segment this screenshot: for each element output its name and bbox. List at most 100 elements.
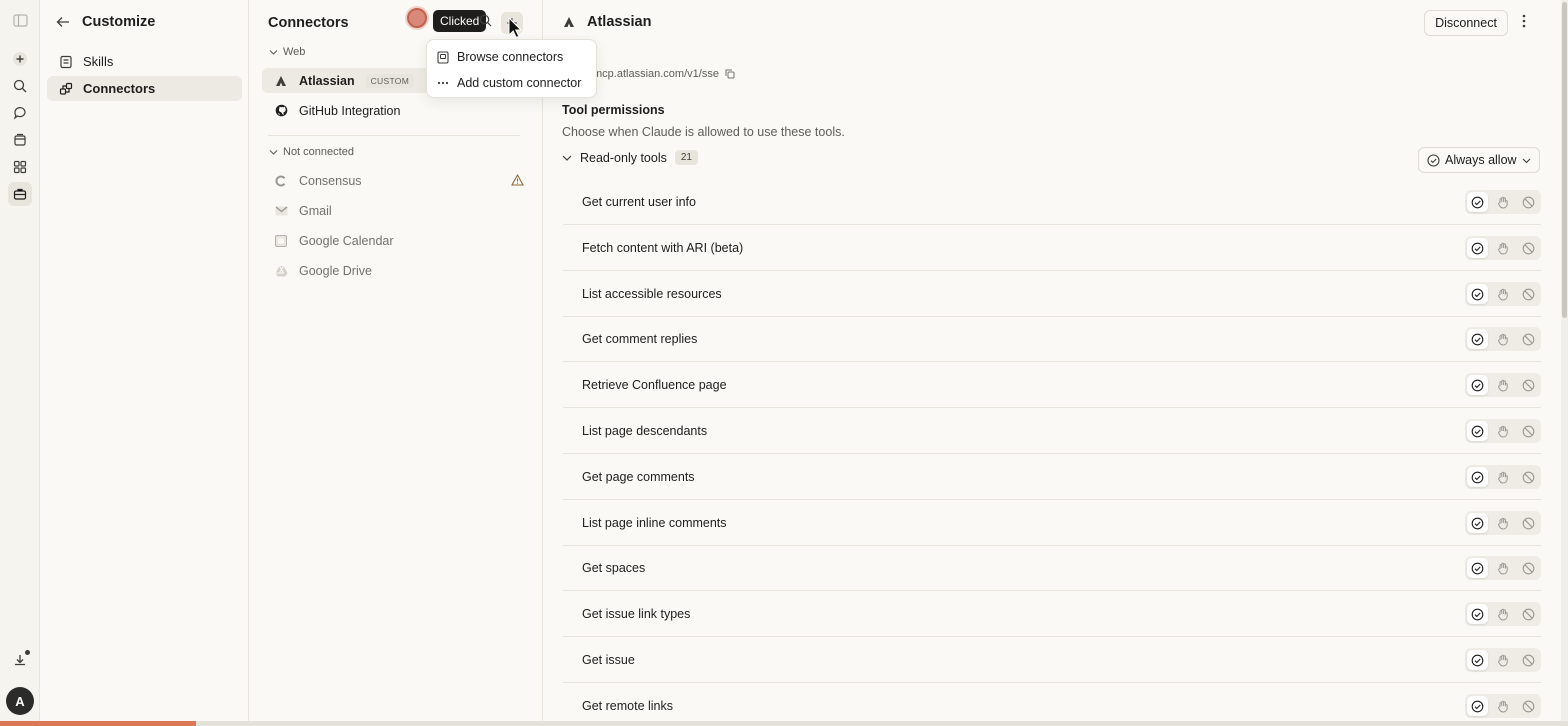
tool-row: Get current user info	[563, 179, 1541, 225]
block-icon[interactable]	[1518, 650, 1539, 670]
section-not-connected[interactable]: Not connected	[269, 146, 354, 158]
block-icon[interactable]	[1518, 421, 1539, 441]
hand-icon[interactable]	[1493, 604, 1514, 624]
click-indicator	[407, 8, 427, 28]
block-icon[interactable]	[1518, 558, 1539, 578]
tool-count-badge: 21	[674, 150, 698, 165]
always-allow-icon[interactable]	[1467, 192, 1488, 212]
always-allow-icon[interactable]	[1467, 467, 1488, 487]
group-permission-select[interactable]: Always allow	[1418, 147, 1540, 173]
artifacts-icon[interactable]	[8, 155, 32, 179]
new-chat-icon[interactable]	[8, 47, 32, 71]
connector-item-consensus[interactable]: Consensus	[262, 168, 532, 193]
block-icon[interactable]	[1518, 696, 1539, 716]
block-icon[interactable]	[1518, 513, 1539, 533]
always-allow-icon[interactable]	[1467, 329, 1488, 349]
connector-item-github[interactable]: GitHub Integration	[262, 98, 532, 123]
scrollbar[interactable]	[1561, 0, 1568, 726]
github-icon	[274, 104, 288, 118]
atlassian-icon	[274, 74, 288, 88]
atlassian-icon	[563, 16, 575, 28]
read-only-tools-toggle[interactable]: Read-only tools 21	[562, 150, 698, 165]
tool-permission-control	[1465, 282, 1541, 306]
more-icon	[437, 81, 449, 85]
block-icon[interactable]	[1518, 192, 1539, 212]
more-options-icon[interactable]	[1522, 14, 1526, 28]
customize-icon[interactable]	[8, 182, 32, 206]
tool-name: Get remote links	[582, 698, 674, 713]
connector-name: Google Drive	[299, 263, 372, 278]
custom-badge: CUSTOM	[365, 73, 415, 88]
scrollbar-thumb[interactable]	[1562, 2, 1567, 318]
tool-permission-control	[1465, 465, 1541, 489]
hand-icon[interactable]	[1493, 284, 1514, 304]
tool-permission-control	[1465, 190, 1541, 214]
tool-name: Get issue	[582, 652, 635, 667]
block-icon[interactable]	[1518, 375, 1539, 395]
copy-icon[interactable]	[725, 69, 735, 79]
search-icon[interactable]	[479, 14, 492, 27]
always-allow-icon[interactable]	[1467, 558, 1488, 578]
tool-row: Get issue link types	[563, 591, 1541, 637]
always-allow-icon[interactable]	[1467, 513, 1488, 533]
hand-icon[interactable]	[1493, 513, 1514, 533]
nav-item-skills[interactable]: Skills	[47, 49, 242, 74]
always-allow-icon[interactable]	[1467, 421, 1488, 441]
hand-icon[interactable]	[1493, 650, 1514, 670]
always-allow-icon[interactable]	[1467, 284, 1488, 304]
warning-icon	[511, 174, 524, 186]
hand-icon[interactable]	[1493, 558, 1514, 578]
tool-row: Get remote links	[563, 683, 1541, 726]
always-allow-icon[interactable]	[1467, 696, 1488, 716]
connector-detail: Atlassian Disconnect mcp.atlassian.com/v…	[543, 0, 1557, 726]
always-allow-icon[interactable]	[1467, 650, 1488, 670]
connector-item-google-calendar[interactable]: Google Calendar	[262, 228, 532, 253]
progress-fill	[0, 721, 196, 726]
disconnect-button[interactable]: Disconnect	[1424, 10, 1508, 36]
nav-item-label: Skills	[83, 54, 114, 69]
always-allow-icon[interactable]	[1467, 375, 1488, 395]
search-icon[interactable]	[8, 74, 32, 98]
hand-icon[interactable]	[1493, 238, 1514, 258]
page-title: Customize	[82, 14, 156, 30]
section-web[interactable]: Web	[269, 46, 305, 58]
connector-item-google-drive[interactable]: Google Drive	[262, 258, 532, 283]
always-allow-icon[interactable]	[1467, 604, 1488, 624]
connector-item-gmail[interactable]: Gmail	[262, 198, 532, 223]
menu-item-browse-connectors[interactable]: Browse connectors	[437, 47, 563, 67]
block-icon[interactable]	[1518, 329, 1539, 349]
tool-name: Get spaces	[582, 560, 646, 575]
block-icon[interactable]	[1518, 467, 1539, 487]
block-icon[interactable]	[1518, 238, 1539, 258]
tool-row: Get spaces	[563, 545, 1541, 591]
hand-icon[interactable]	[1493, 375, 1514, 395]
tool-name: List accessible resources	[582, 286, 722, 301]
arrow-left-icon[interactable]	[56, 16, 70, 28]
customize-header: Customize	[56, 12, 155, 32]
tool-row: List page descendants	[563, 408, 1541, 454]
connectors-panel: Connectors Clicked Web Atlassian CUSTOM …	[249, 0, 543, 726]
tool-permission-control	[1465, 602, 1541, 626]
chats-icon[interactable]	[8, 101, 32, 125]
hand-icon[interactable]	[1493, 467, 1514, 487]
tool-row: Get issue	[563, 637, 1541, 683]
hand-icon[interactable]	[1493, 192, 1514, 212]
avatar[interactable]: A	[6, 687, 34, 715]
hand-icon[interactable]	[1493, 329, 1514, 349]
left-rail: A	[0, 0, 40, 726]
nav-item-connectors[interactable]: Connectors	[47, 76, 242, 101]
always-allow-icon[interactable]	[1467, 238, 1488, 258]
block-icon[interactable]	[1518, 284, 1539, 304]
tool-row: Retrieve Confluence page	[563, 362, 1541, 408]
chevron-down-icon	[1522, 158, 1530, 163]
download-icon[interactable]	[8, 648, 32, 672]
tool-permission-control	[1465, 556, 1541, 580]
hand-icon[interactable]	[1493, 421, 1514, 441]
block-icon[interactable]	[1518, 604, 1539, 624]
projects-icon[interactable]	[8, 128, 32, 152]
google-calendar-icon	[274, 234, 288, 248]
hand-icon[interactable]	[1493, 696, 1514, 716]
sidebar-toggle-icon[interactable]	[8, 8, 32, 32]
menu-item-add-custom-connector[interactable]: Add custom connector	[437, 73, 581, 93]
tool-permission-control	[1465, 694, 1541, 718]
